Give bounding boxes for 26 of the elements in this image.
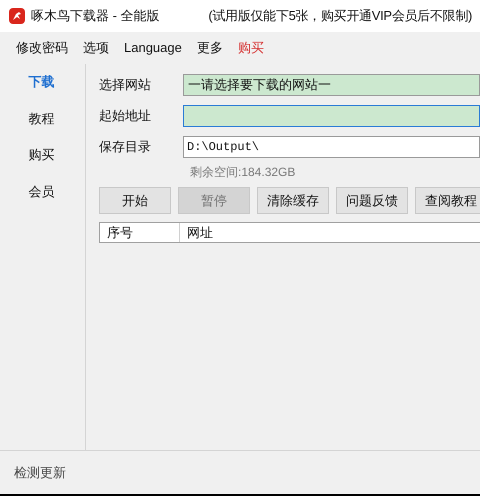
start-url-field[interactable] [183,105,480,127]
action-button[interactable]: 清除缓存 [257,187,329,214]
menu-item[interactable]: 选项 [77,36,115,60]
action-button[interactable]: 问题反馈 [336,187,408,214]
action-button[interactable]: 查阅教程 [415,187,480,214]
field-label: 保存目录 [99,138,152,156]
free-space-text: 剩余空间:184.32GB [190,164,296,181]
menu-item[interactable]: Language [118,36,188,60]
sidebar-tab[interactable]: 会员 [28,182,56,201]
sidebar-tab[interactable]: 下载 [28,72,56,92]
site-dropdown[interactable]: 一请选择要下载的网站一 [183,74,480,96]
menu-item[interactable]: 更多 [190,36,229,60]
sidebar-tab[interactable]: 购买 [28,145,56,164]
save-dir-field[interactable]: D:\Output\ [183,136,480,158]
field-label: 选择网站 [99,76,152,94]
field-label: 起始地址 [99,107,152,126]
sidebar-tab[interactable]: 教程 [28,108,56,128]
check-update-link[interactable]: 检测更新 [14,462,66,482]
menu-item[interactable]: 修改密码 [10,36,74,60]
trial-notice: (试用版仅能下5张，购买开通VIP会员后不限制) [208,7,472,26]
column-header[interactable]: 网址 [180,223,480,242]
window-title: 啄木鸟下载器 - 全能版 [31,7,160,26]
menu-item[interactable]: 购买 [232,36,270,60]
action-button[interactable]: 开始 [99,187,171,214]
column-header[interactable]: 序号 [100,223,180,242]
bird-logo-icon [9,8,25,24]
